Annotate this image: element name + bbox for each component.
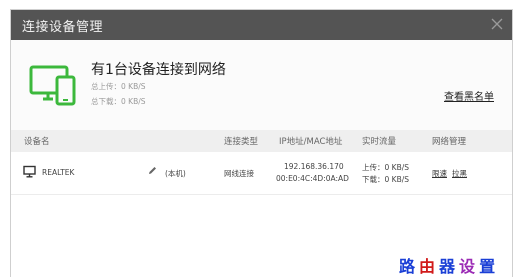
device-self-tag: (本机) — [165, 169, 186, 178]
header-address: IP地址/MAC地址 — [279, 137, 343, 147]
titlebar: 连接设备管理 — [11, 10, 512, 40]
pencil-icon[interactable] — [148, 166, 157, 175]
connection-type: 网线连接 — [224, 169, 254, 178]
summary-panel: 有1台设备连接到网络 总上传：0 KB/S 总下载：0 KB/S 查看黑名单 — [11, 40, 512, 130]
header-device-name: 设备名 — [24, 137, 50, 147]
monitor-icon — [23, 165, 36, 178]
table-header: 设备名 连接类型 IP地址/MAC地址 实时流量 网络管理 — [11, 130, 512, 152]
watermark-char: 置 — [479, 257, 500, 276]
ip-address: 192.168.36.170 — [284, 162, 344, 171]
total-upload: 总上传：0 KB/S — [91, 82, 146, 91]
connected-devices-dialog: 连接设备管理 有1台设备连接到网络 总上传：0 KB/S 总下载：0 KB/S … — [10, 9, 513, 277]
devices-icon — [29, 65, 76, 106]
view-blacklist-link[interactable]: 查看黑名单 — [444, 88, 494, 103]
row-upload: 上传：0 KB/S — [362, 163, 410, 172]
close-icon[interactable] — [490, 17, 504, 31]
device-name: REALTEK — [42, 168, 75, 177]
header-traffic: 实时流量 — [362, 137, 397, 147]
row-download: 下载：0 KB/S — [362, 175, 410, 184]
devices-headline: 有1台设备连接到网络 — [91, 62, 226, 78]
watermark-char: 由 — [419, 257, 440, 276]
watermark-char: 器 — [439, 257, 460, 276]
total-download: 总下载：0 KB/S — [91, 97, 146, 106]
table-row: REALTEK (本机) 网线连接 192.168.36.170 00:E0:4… — [11, 152, 512, 195]
header-connection-type: 连接类型 — [224, 137, 259, 147]
header-network-manage: 网络管理 — [432, 137, 467, 147]
watermark-char: 路 — [399, 257, 420, 276]
limit-speed-link[interactable]: 限速 — [432, 168, 447, 179]
dialog-title: 连接设备管理 — [22, 20, 104, 35]
block-link[interactable]: 拉黑 — [452, 168, 467, 179]
watermark-char: 设 — [459, 257, 480, 276]
watermark: 路由器设置 — [399, 253, 499, 277]
mac-address: 00:E0:4C:4D:0A:AD — [276, 174, 349, 183]
